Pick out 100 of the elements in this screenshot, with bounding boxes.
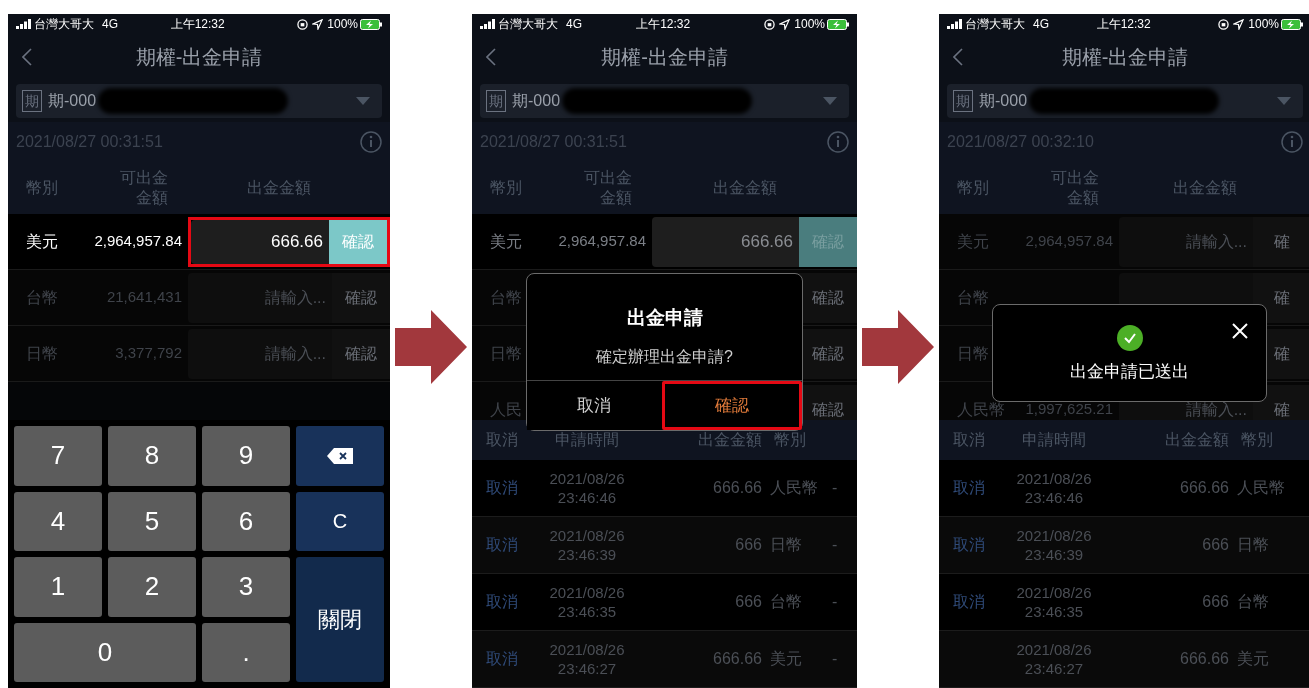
info-icon[interactable] bbox=[827, 131, 849, 153]
account-dropdown[interactable]: 期 期-000 bbox=[947, 84, 1303, 118]
request-time: 23:46:46 bbox=[556, 488, 618, 507]
cancel-link[interactable]: 取消 bbox=[486, 479, 518, 496]
keypad-key[interactable]: 3 bbox=[202, 557, 290, 617]
account-dropdown[interactable]: 期 期-000 bbox=[480, 84, 849, 118]
request-time: 23:46:39 bbox=[1023, 545, 1085, 564]
confirm-button[interactable]: 確認 bbox=[332, 328, 390, 379]
column-header: 幣別 bbox=[956, 178, 990, 198]
currency-label: 日幣 bbox=[769, 535, 803, 555]
column-header: 取消 bbox=[952, 430, 986, 450]
dialog-message: 確定辦理出金申請? bbox=[595, 346, 734, 367]
cancel-link[interactable]: 取消 bbox=[486, 536, 518, 553]
currency-label: 美元 bbox=[956, 231, 990, 252]
currency-label: 美元 bbox=[769, 649, 803, 669]
confirm-button[interactable]: 確 bbox=[1253, 272, 1309, 323]
flow-arrow-icon bbox=[395, 310, 467, 384]
column-header: 出金金額 bbox=[711, 178, 778, 198]
backspace-icon bbox=[327, 447, 353, 464]
cancel-link[interactable]: 取消 bbox=[953, 536, 985, 553]
truncated-text: - bbox=[832, 478, 838, 498]
info-icon[interactable] bbox=[1281, 131, 1303, 153]
keypad-key[interactable]: 7 bbox=[14, 426, 102, 486]
keypad-key[interactable]: . bbox=[202, 622, 290, 682]
keypad-key[interactable]: 8 bbox=[108, 426, 196, 486]
column-header: 可出金金額 bbox=[1051, 168, 1099, 208]
request-date: 2021/08/26 bbox=[548, 526, 626, 545]
amount-input[interactable]: 請輸入... bbox=[188, 328, 332, 379]
keypad-key[interactable]: 0 bbox=[14, 622, 196, 682]
dialog-confirm-button[interactable]: 確認 bbox=[661, 381, 802, 430]
request-date: 2021/08/26 bbox=[1015, 469, 1093, 488]
cancel-link[interactable]: 取消 bbox=[953, 593, 985, 610]
carrier-name: 台灣大哥大 bbox=[965, 16, 1025, 33]
request-time: 23:46:35 bbox=[1023, 602, 1085, 621]
withdraw-amount: 666.66 bbox=[712, 478, 762, 498]
back-icon[interactable] bbox=[486, 48, 496, 66]
available-amount: 2,964,957.84 bbox=[557, 231, 646, 252]
backspace-key[interactable] bbox=[296, 426, 384, 486]
currency-label: 人民幣 bbox=[1236, 478, 1286, 498]
available-amount: 2,964,957.84 bbox=[1024, 231, 1113, 252]
signal-icon bbox=[947, 19, 962, 29]
charging-battery-icon bbox=[360, 18, 382, 30]
dropdown-caret-icon[interactable] bbox=[356, 97, 370, 105]
keypad-key[interactable]: 6 bbox=[202, 491, 290, 551]
keypad-key[interactable]: 5 bbox=[108, 491, 196, 551]
back-icon[interactable] bbox=[953, 48, 963, 66]
keypad-key[interactable]: 9 bbox=[202, 426, 290, 486]
cancel-link[interactable]: 取消 bbox=[486, 650, 518, 667]
withdraw-amount: 666.66 bbox=[1179, 649, 1229, 669]
account-number: 期-000 bbox=[979, 91, 1028, 111]
account-dropdown[interactable]: 期 期-000 bbox=[16, 84, 382, 118]
network-type: 4G bbox=[566, 16, 582, 33]
confirm-button[interactable]: 確認 bbox=[329, 219, 387, 264]
carrier-name: 台灣大哥大 bbox=[34, 16, 94, 33]
amount-input[interactable]: 請輸入... bbox=[1119, 216, 1253, 267]
dialog-title: 出金申請 bbox=[625, 306, 704, 330]
dropdown-caret-icon[interactable] bbox=[823, 97, 837, 105]
column-header: 申請時間 bbox=[1021, 430, 1087, 450]
location-arrow-icon bbox=[312, 18, 324, 30]
currency-label: 日幣 bbox=[956, 343, 990, 364]
request-time: 23:46:27 bbox=[556, 659, 618, 678]
amount-input[interactable]: 請輸入... bbox=[188, 272, 332, 323]
withdraw-amount: 666 bbox=[1201, 535, 1229, 555]
keypad-key[interactable]: 1 bbox=[14, 557, 102, 617]
clear-key[interactable]: C bbox=[296, 491, 384, 551]
amount-input[interactable]: 666.66 bbox=[191, 219, 329, 264]
clock-time: 上午12:32 bbox=[635, 16, 692, 33]
cancel-link[interactable]: 取消 bbox=[953, 479, 985, 496]
keypad-key[interactable]: 4 bbox=[14, 491, 102, 551]
amount-input[interactable]: 666.66 bbox=[652, 216, 799, 267]
toast-message: 出金申請已送出 bbox=[1070, 361, 1189, 383]
info-icon[interactable] bbox=[360, 131, 382, 153]
keypad-key[interactable]: 2 bbox=[108, 557, 196, 617]
truncated-text: - bbox=[832, 535, 838, 555]
request-time: 23:46:39 bbox=[556, 545, 618, 564]
request-date: 2021/08/26 bbox=[1015, 526, 1093, 545]
signal-icon bbox=[480, 19, 495, 29]
withdraw-amount: 666 bbox=[734, 535, 762, 555]
location-arrow-icon bbox=[1233, 18, 1245, 30]
battery-percent: 100% bbox=[1248, 16, 1279, 33]
confirm-button[interactable]: 確認 bbox=[799, 272, 857, 323]
cancel-link[interactable]: 取消 bbox=[486, 593, 518, 610]
close-keypad-button[interactable]: 關閉 bbox=[296, 557, 384, 682]
column-header: 出金金額 bbox=[697, 430, 762, 450]
request-date: 2021/08/26 bbox=[548, 469, 626, 488]
currency-label: 人民 bbox=[489, 399, 523, 420]
confirm-button[interactable]: 確 bbox=[1253, 216, 1309, 267]
column-header: 出金金額 bbox=[1172, 178, 1238, 198]
available-amount: 3,377,792 bbox=[114, 343, 182, 364]
network-type: 4G bbox=[102, 16, 118, 33]
column-header: 可出金金額 bbox=[120, 168, 168, 208]
currency-label: 美元 bbox=[25, 231, 59, 252]
location-arrow-icon bbox=[779, 18, 791, 30]
flow-arrow-icon bbox=[862, 310, 934, 384]
confirm-button[interactable]: 確認 bbox=[332, 272, 390, 323]
close-icon[interactable] bbox=[1232, 323, 1248, 339]
available-amount: 1,997,625.21 bbox=[1024, 399, 1113, 420]
dropdown-caret-icon[interactable] bbox=[1277, 97, 1291, 105]
back-icon[interactable] bbox=[22, 48, 32, 66]
currency-label: 美元 bbox=[489, 231, 523, 252]
